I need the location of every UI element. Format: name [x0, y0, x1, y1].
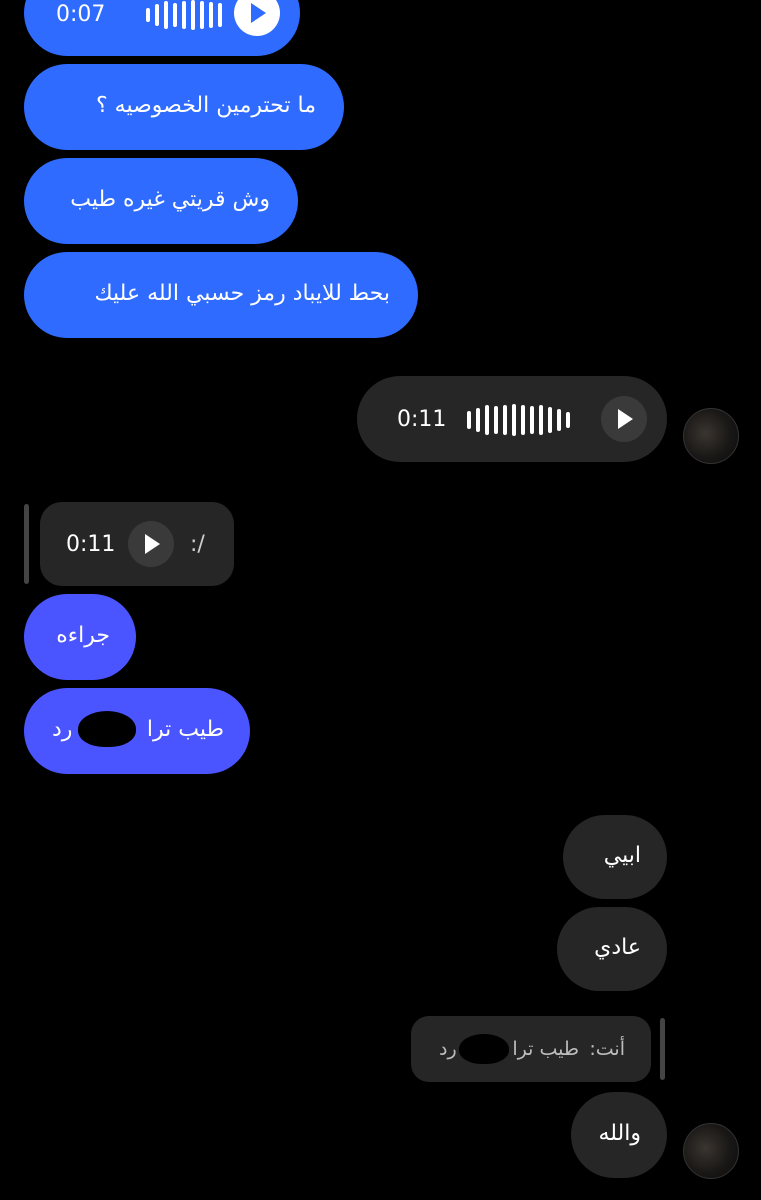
message-bubble: جراءه [24, 594, 136, 680]
message-bubble: وش قريتي غيره طيب [24, 158, 298, 244]
message-bubble: ابيي [563, 815, 667, 899]
redaction-scribble [78, 711, 136, 747]
message-text: عادي [594, 935, 641, 960]
reply-indicator [24, 504, 29, 584]
message-text: وش قريتي غيره طيب [70, 187, 270, 212]
message-text-end: رد [52, 717, 73, 742]
message-text: ما تحترمين الخصوصيه ؟ [96, 93, 316, 118]
message-text: والله [598, 1121, 641, 1146]
message-text: ابيي [603, 843, 641, 868]
avatar[interactable] [683, 1123, 739, 1179]
message-bubble: عادي [557, 907, 667, 991]
voice-message-bubble[interactable]: 0:07 [24, 0, 300, 56]
reply-quote[interactable]: أنت: طيب ترا رد [411, 1016, 651, 1082]
reply-indicator [660, 1018, 665, 1080]
reply-text-end: رد [439, 1038, 457, 1060]
waveform-icon [146, 0, 222, 30]
reply-text: طيب ترا [512, 1038, 579, 1060]
play-icon[interactable] [128, 521, 174, 567]
voice-duration: 0:07 [56, 2, 106, 27]
voice-duration: 0:11 [397, 407, 447, 432]
message-bubble: طيب ترا رد [24, 688, 250, 774]
voice-message-bubble[interactable]: 0:11 [357, 376, 667, 462]
waveform-icon [467, 404, 570, 436]
play-icon[interactable] [234, 0, 280, 36]
avatar[interactable] [683, 408, 739, 464]
reply-caption: :/ [190, 532, 205, 557]
play-icon[interactable] [601, 396, 647, 442]
reply-voice-quote[interactable]: 0:11 :/ [40, 502, 234, 586]
message-text: جراءه [56, 623, 110, 648]
reply-prefix: أنت: [589, 1038, 625, 1060]
redaction-scribble [459, 1034, 509, 1064]
voice-duration: 0:11 [66, 532, 116, 557]
message-bubble: بحط للايباد رمز حسبي الله عليك [24, 252, 418, 338]
message-bubble: ما تحترمين الخصوصيه ؟ [24, 64, 344, 150]
message-text: طيب ترا [146, 717, 224, 742]
message-text: بحط للايباد رمز حسبي الله عليك [94, 281, 391, 306]
message-bubble: والله [571, 1092, 667, 1178]
